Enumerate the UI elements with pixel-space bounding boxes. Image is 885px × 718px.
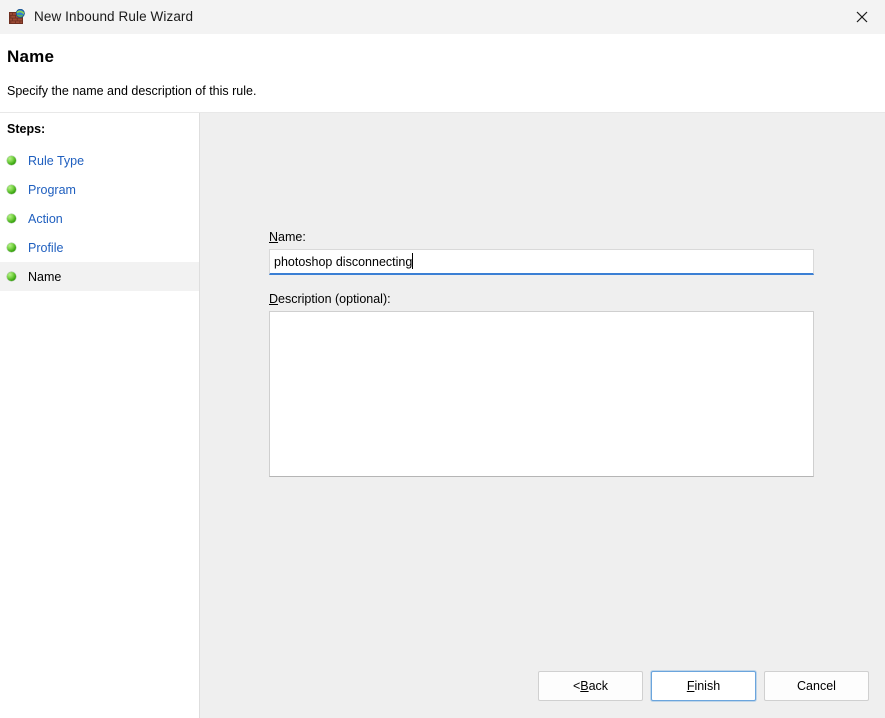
sidebar-item-label: Rule Type [28,154,84,168]
wizard-body: Steps: Rule Type Program Action Profile … [0,113,885,718]
sidebar-item-rule-type[interactable]: Rule Type [0,146,199,175]
back-button-accelerator: B [580,679,588,693]
page-title: Name [7,47,885,67]
steps-sidebar: Steps: Rule Type Program Action Profile … [0,113,200,718]
title-bar: New Inbound Rule Wizard [0,0,885,34]
sidebar-item-profile[interactable]: Profile [0,233,199,262]
back-button-prefix: < [573,679,580,693]
sidebar-item-label: Action [28,212,63,226]
name-input-wrapper [269,249,814,275]
steps-heading: Steps: [7,122,199,136]
back-button-label: ack [589,679,608,693]
page-subtitle: Specify the name and description of this… [7,84,885,98]
close-icon [856,11,868,23]
name-label-accelerator: N [269,230,278,244]
finish-button[interactable]: Finish [651,671,756,701]
name-form: Name: Description (optional): [269,230,814,477]
sidebar-item-label: Profile [28,241,63,255]
content-panel: Name: Description (optional): < Back Fin… [200,113,885,718]
wizard-footer: < Back Finish Cancel [538,671,869,701]
page-header: Name Specify the name and description of… [0,34,885,113]
finish-button-label: inish [694,679,720,693]
name-field-label: Name: [269,230,814,244]
description-label-text: escription (optional): [278,292,391,306]
cancel-button-label: Cancel [797,679,836,693]
sidebar-item-name[interactable]: Name [0,262,199,291]
step-bullet-icon [7,156,16,165]
description-textarea[interactable] [269,311,814,477]
close-button[interactable] [839,0,885,33]
name-input[interactable] [269,249,814,275]
sidebar-item-action[interactable]: Action [0,204,199,233]
firewall-globe-icon [9,9,25,25]
description-field-label: Description (optional): [269,292,814,306]
new-inbound-rule-wizard-window: New Inbound Rule Wizard Name Specify the… [0,0,885,718]
back-button[interactable]: < Back [538,671,643,701]
name-label-text: ame: [278,230,306,244]
step-bullet-icon [7,272,16,281]
description-label-accelerator: D [269,292,278,306]
sidebar-item-label: Program [28,183,76,197]
step-bullet-icon [7,214,16,223]
window-title: New Inbound Rule Wizard [34,9,193,24]
cancel-button[interactable]: Cancel [764,671,869,701]
sidebar-item-program[interactable]: Program [0,175,199,204]
finish-button-accelerator: F [687,679,695,693]
step-bullet-icon [7,185,16,194]
sidebar-item-label: Name [28,270,61,284]
step-bullet-icon [7,243,16,252]
